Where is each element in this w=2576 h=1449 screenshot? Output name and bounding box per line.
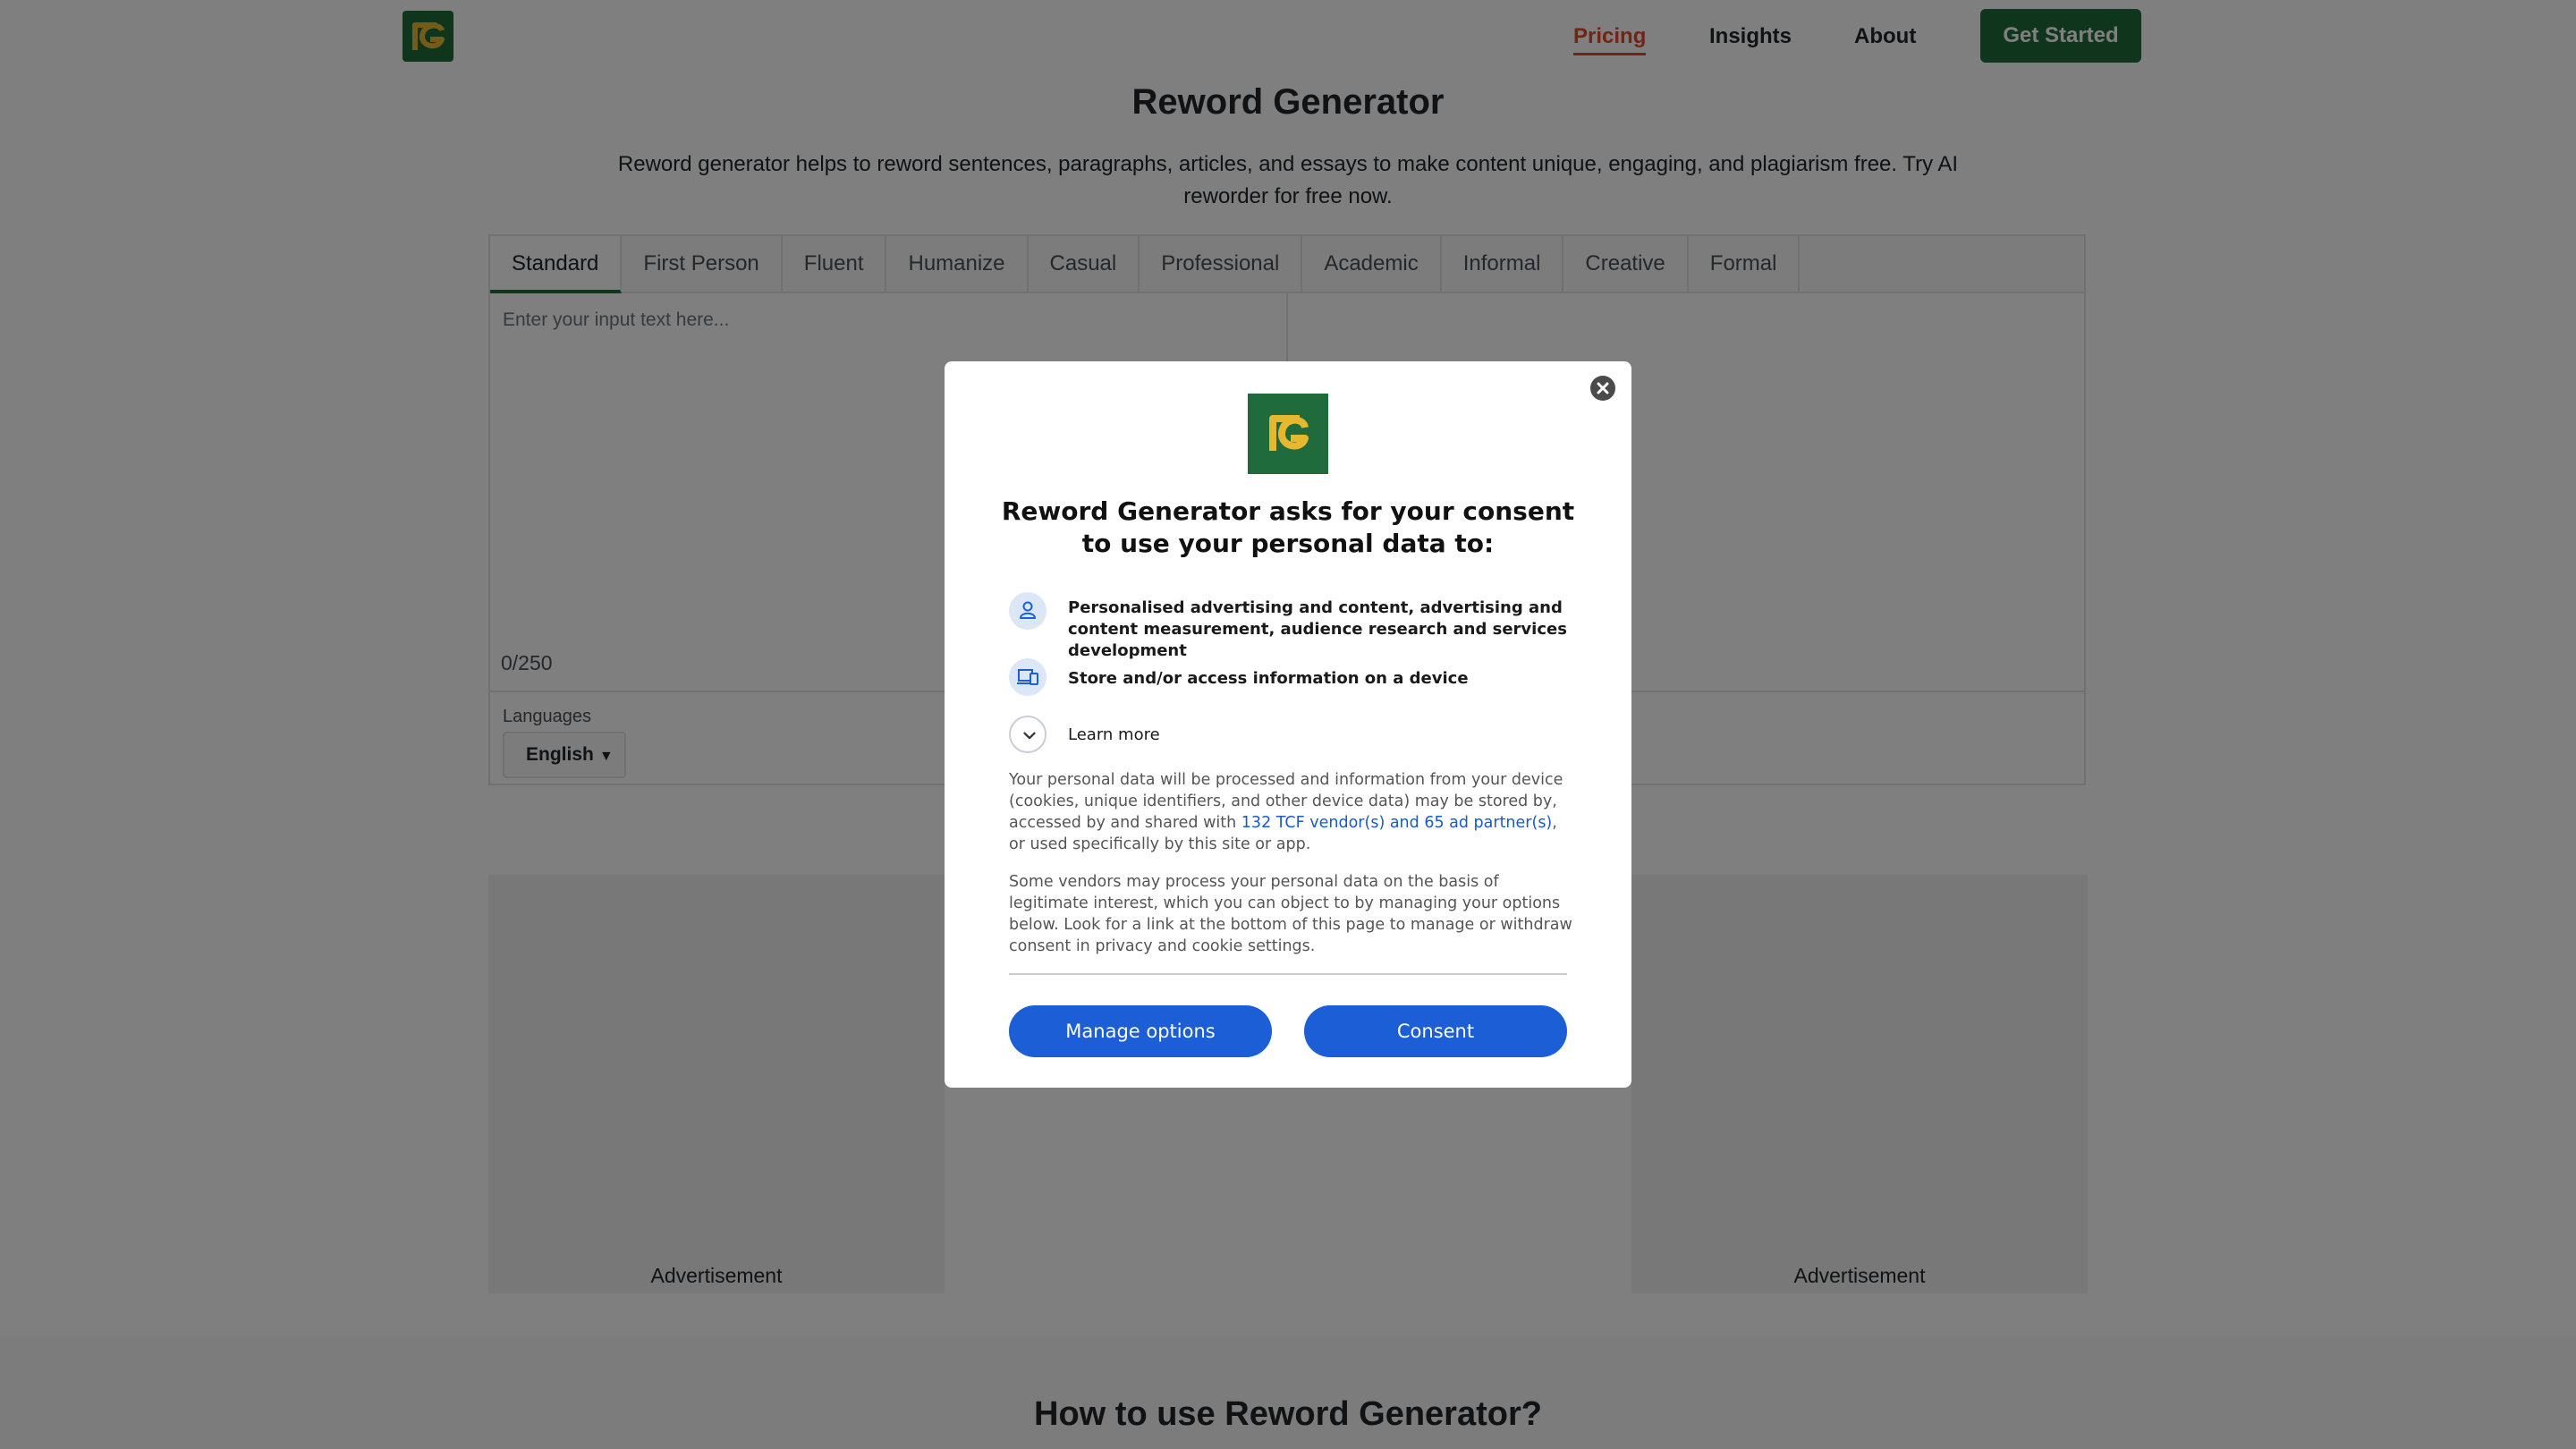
consent-legitimate-interest-text: Some vendors may process your personal d… bbox=[1009, 873, 1572, 955]
learn-more-label: Learn more bbox=[1068, 725, 1160, 744]
divider bbox=[1009, 973, 1567, 975]
consent-body-text: Your personal data will be processed and… bbox=[1009, 771, 1563, 853]
chevron-down-icon bbox=[1009, 716, 1046, 753]
consent-dialog: Reword Generator asks for your consent t… bbox=[945, 361, 1631, 1088]
vendor-list-link[interactable]: 132 TCF vendor(s) and 65 ad partner(s) bbox=[1241, 814, 1552, 832]
consent-button[interactable]: Consent bbox=[1304, 1005, 1567, 1057]
device-icon bbox=[1009, 658, 1046, 696]
purpose-text: Store and/or access information on a dev… bbox=[1068, 669, 1469, 688]
purpose-text: Personalised advertising and content, ad… bbox=[1068, 598, 1567, 660]
consent-title: Reword Generator asks for your consent t… bbox=[1001, 496, 1575, 558]
dialog-logo bbox=[1248, 394, 1328, 474]
close-icon[interactable] bbox=[1590, 376, 1615, 401]
manage-options-button[interactable]: Manage options bbox=[1009, 1005, 1272, 1057]
person-icon bbox=[1009, 592, 1046, 630]
logo-mark-icon bbox=[1269, 415, 1309, 451]
